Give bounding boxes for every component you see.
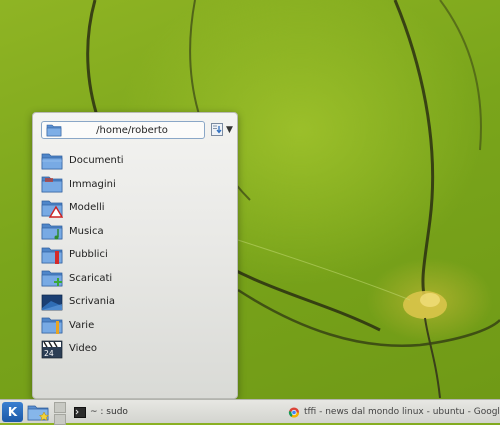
item-label: Musica <box>69 225 104 237</box>
folder-templates-icon <box>41 200 63 218</box>
item-label: Pubblici <box>69 249 108 261</box>
path-bar[interactable]: /home/roberto <box>41 121 205 139</box>
desktop-pager[interactable] <box>54 402 66 425</box>
list-item-video[interactable]: 24 Video <box>41 337 231 361</box>
folder-downloads-icon <box>41 270 63 287</box>
svg-text:24: 24 <box>44 349 54 358</box>
folder-view-button[interactable] <box>26 402 52 422</box>
folder-public-icon <box>41 247 63 264</box>
item-label: Video <box>69 343 98 355</box>
folder-icon <box>46 124 62 137</box>
item-label: Scaricati <box>69 272 113 284</box>
item-label: Scrivania <box>69 296 116 308</box>
list-item-scaricati[interactable]: Scaricati <box>41 267 231 291</box>
taskbar: K ~ : sudo tffi - news dal mondo linux -… <box>0 399 500 425</box>
list-item-immagini[interactable]: Immagini <box>41 173 231 197</box>
list-item-musica[interactable]: Musica <box>41 220 231 244</box>
pager-desktop-1[interactable] <box>54 402 66 413</box>
folder-icon <box>41 153 63 170</box>
terminal-icon <box>74 406 86 418</box>
chevron-down-icon: ▼ <box>226 125 233 135</box>
folder-list: Documenti Immagini Modelli Musica Pubbli… <box>41 149 231 361</box>
list-item-pubblici[interactable]: Pubblici <box>41 243 231 267</box>
folder-view-popup: /home/roberto ▼ Documenti Immagini Model… <box>32 112 238 399</box>
item-label: Documenti <box>69 155 124 167</box>
task-browser[interactable]: tffi - news dal mondo linux - ubuntu - G… <box>288 403 500 421</box>
folder-music-icon <box>41 223 63 240</box>
item-label: Varie <box>69 319 95 331</box>
item-label: Modelli <box>69 202 105 214</box>
pager-desktop-2[interactable] <box>54 414 66 425</box>
list-item-scrivania[interactable]: Scrivania <box>41 290 231 314</box>
folder-misc-icon <box>41 317 63 335</box>
download-arrow-icon <box>211 123 223 136</box>
kde-menu-button[interactable]: K <box>2 402 23 422</box>
item-label: Immagini <box>69 178 116 190</box>
task-label: tffi - news dal mondo linux - ubuntu - G… <box>304 407 500 417</box>
task-terminal[interactable]: ~ : sudo <box>74 403 279 421</box>
kde-logo-icon: K <box>7 405 18 419</box>
path-text: /home/roberto <box>96 124 168 136</box>
chrome-icon <box>288 406 300 418</box>
folder-images-icon <box>41 176 63 193</box>
list-item-documenti[interactable]: Documenti <box>41 149 231 173</box>
desktop-icon <box>41 294 63 311</box>
task-label: ~ : sudo <box>90 407 128 417</box>
list-item-modelli[interactable]: Modelli <box>41 196 231 220</box>
list-item-varie[interactable]: Varie <box>41 314 231 338</box>
folder-menu-button[interactable]: ▼ <box>211 122 235 138</box>
folder-video-icon: 24 <box>41 340 63 359</box>
